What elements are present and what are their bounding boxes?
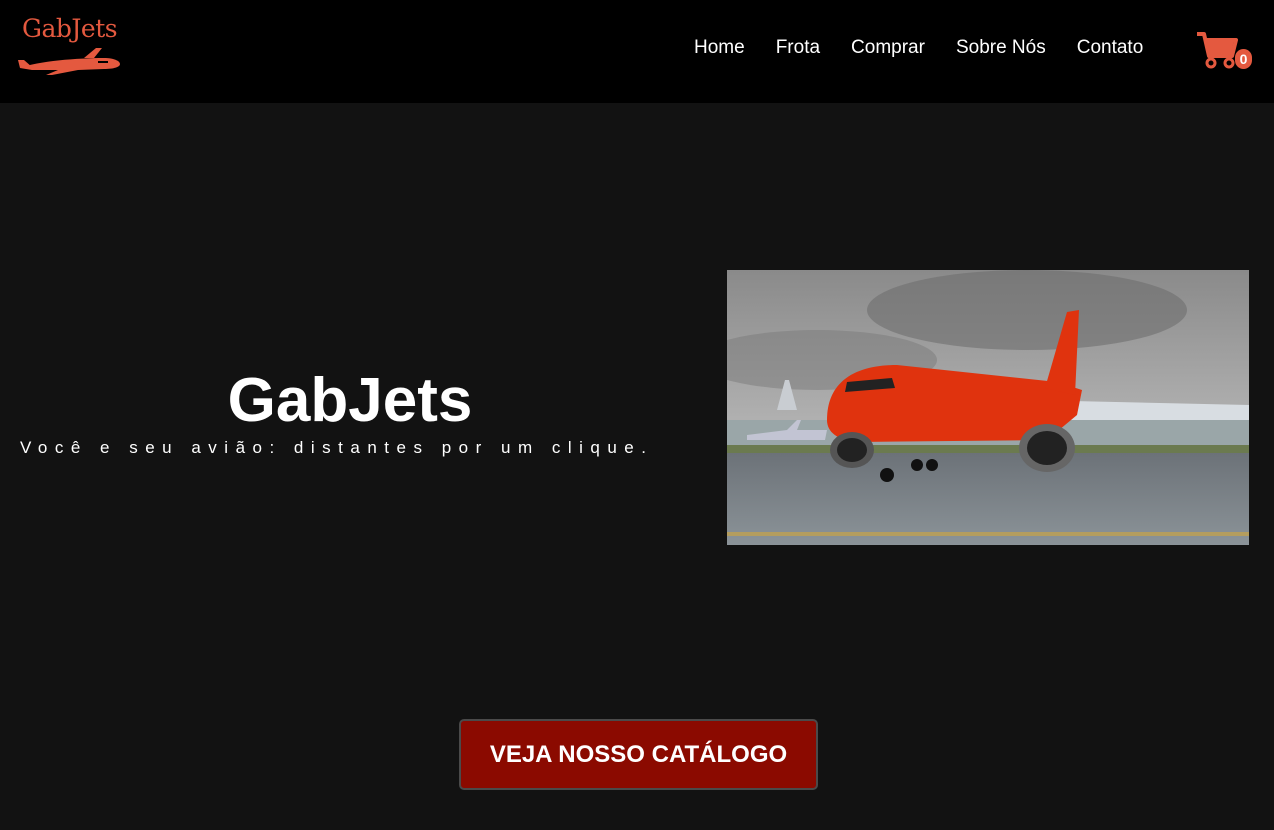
cart-count-badge: 0 — [1235, 49, 1252, 69]
nav-frota[interactable]: Frota — [776, 36, 820, 60]
nav-comprar[interactable]: Comprar — [851, 36, 925, 60]
cart-button[interactable]: 0 — [1196, 30, 1256, 72]
catalog-button[interactable]: VEJA NOSSO CATÁLOGO — [459, 719, 818, 790]
airplane-photo-icon — [727, 270, 1249, 545]
logo[interactable]: GabJets — [18, 14, 128, 80]
nav-contato[interactable]: Contato — [1077, 36, 1144, 60]
hero-airplane-image — [727, 270, 1249, 545]
cart-icon — [1197, 32, 1238, 69]
airplane-logo-icon — [18, 48, 120, 75]
main-nav: Home Frota Comprar Sobre Nós Contato — [694, 36, 1174, 60]
nav-sobre-nos[interactable]: Sobre Nós — [956, 36, 1046, 60]
logo-text: GabJets — [22, 14, 118, 43]
nav-home[interactable]: Home — [694, 36, 745, 60]
hero-title: GabJets — [227, 366, 473, 435]
site-header: GabJets Home Frota Comprar Sobre Nós Con… — [0, 0, 1274, 103]
hero-subtitle: Você e seu avião: distantes por um cliqu… — [20, 438, 654, 457]
